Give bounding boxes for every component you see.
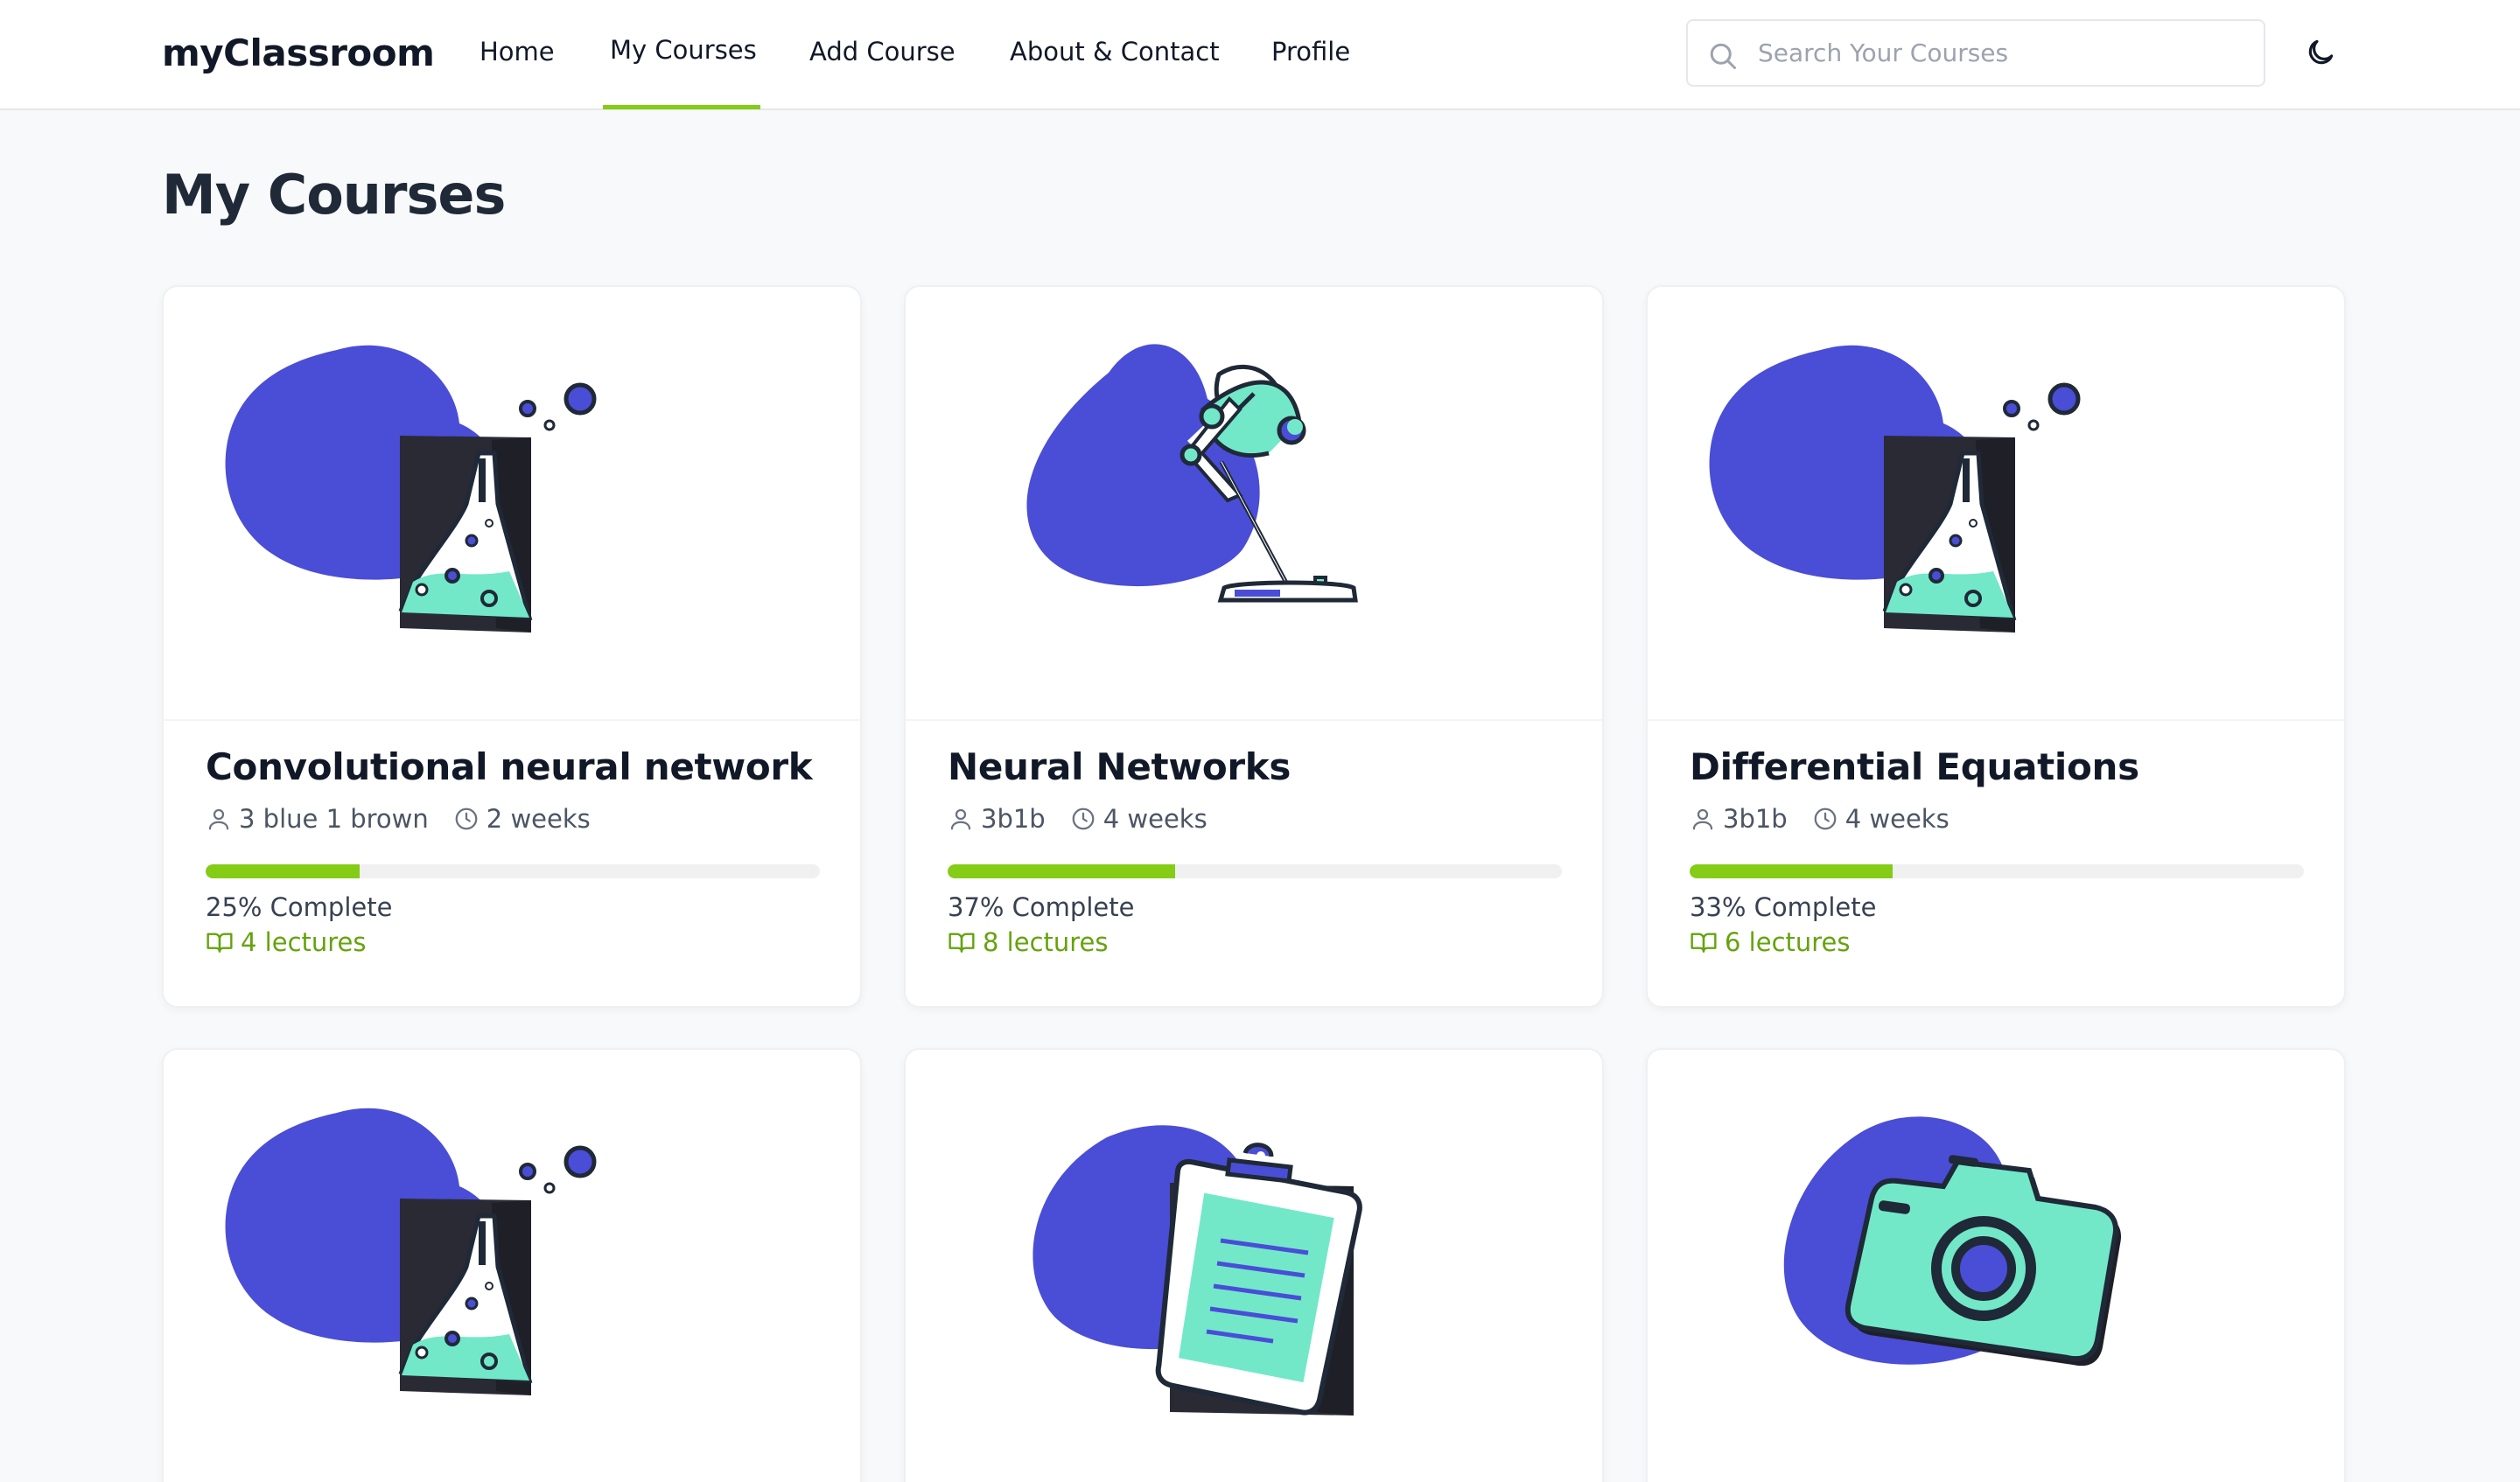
course-thumbnail — [1648, 287, 2344, 719]
lectures-text: 8 lectures — [983, 927, 1109, 957]
nav-add-course[interactable]: Add Course — [809, 37, 956, 66]
lectures-count[interactable]: 8 lectures — [948, 927, 1109, 957]
progress-bar — [948, 864, 1562, 878]
course-thumbnail — [906, 1050, 1602, 1482]
course-duration: 4 weeks — [1812, 804, 1950, 834]
course-title[interactable]: Differential Equations — [1690, 745, 2139, 788]
course-duration-text: 2 weeks — [486, 804, 591, 834]
course-author-text: 3 blue 1 brown — [239, 804, 429, 834]
theme-toggle-button[interactable] — [2301, 33, 2340, 72]
clock-icon — [455, 807, 478, 830]
clock-icon — [1814, 807, 1837, 830]
course-author: 3 blue 1 brown — [206, 804, 429, 834]
chemistry-flask-icon — [1709, 345, 2081, 633]
moon-icon — [2308, 39, 2334, 65]
clipboard-icon — [1032, 1125, 1362, 1416]
nav-about-contact[interactable]: About & Contact — [1010, 37, 1220, 66]
card-divider — [906, 719, 1602, 721]
nav-my-courses[interactable]: My Courses — [610, 35, 757, 65]
progress-label: 37% Complete — [948, 892, 1135, 922]
course-meta: 3b1b 4 weeks — [1690, 803, 1974, 835]
course-author-text: 3b1b — [1723, 804, 1788, 834]
card-divider — [1648, 719, 2344, 721]
top-navbar: myClassroom Home My Courses Add Course A… — [0, 0, 2520, 110]
brand-logo[interactable]: myClassroom — [162, 31, 435, 74]
book-open-icon — [1690, 933, 1717, 953]
course-thumbnail — [164, 287, 860, 719]
book-open-icon — [206, 933, 233, 953]
progress-fill — [1690, 864, 1893, 878]
lectures-text: 6 lectures — [1725, 927, 1851, 957]
progress-bar — [206, 864, 820, 878]
user-icon — [208, 808, 229, 830]
nav-home[interactable]: Home — [480, 37, 555, 66]
course-title[interactable]: Neural Networks — [948, 745, 1291, 788]
chemistry-flask-icon — [225, 345, 597, 633]
page-title: My Courses — [162, 163, 506, 227]
card-divider — [164, 719, 860, 721]
user-icon — [1692, 808, 1713, 830]
chemistry-flask-icon — [225, 1108, 597, 1395]
course-card[interactable]: Convolutional neural network 3 blue 1 br… — [162, 285, 862, 1008]
course-card[interactable] — [904, 1048, 1604, 1482]
course-title[interactable]: Convolutional neural network — [206, 745, 813, 788]
search-icon — [1710, 43, 1736, 69]
progress-label: 25% Complete — [206, 892, 393, 922]
search-box[interactable] — [1686, 19, 2265, 87]
course-thumbnail — [906, 287, 1602, 719]
course-meta: 3b1b 4 weeks — [948, 803, 1232, 835]
camera-icon — [1783, 1116, 2122, 1367]
progress-label: 33% Complete — [1690, 892, 1877, 922]
user-icon — [950, 808, 971, 830]
course-card[interactable] — [162, 1048, 862, 1482]
course-card[interactable] — [1646, 1048, 2346, 1482]
progress-fill — [948, 864, 1175, 878]
clock-icon — [1072, 807, 1095, 830]
course-card[interactable]: Differential Equations 3b1b 4 weeks 33% … — [1646, 285, 2346, 1008]
progress-fill — [206, 864, 360, 878]
book-open-icon — [948, 933, 975, 953]
course-author: 3b1b — [948, 804, 1046, 834]
course-meta: 3 blue 1 brown 2 weeks — [206, 803, 615, 835]
course-thumbnail — [164, 1050, 860, 1482]
lectures-text: 4 lectures — [241, 927, 367, 957]
nav-profile[interactable]: Profile — [1271, 37, 1350, 66]
course-thumbnail — [1648, 1050, 2344, 1482]
lectures-count[interactable]: 4 lectures — [206, 927, 367, 957]
course-author: 3b1b — [1690, 804, 1788, 834]
lectures-count[interactable]: 6 lectures — [1690, 927, 1851, 957]
desk-lamp-icon — [1026, 344, 1358, 603]
active-nav-indicator — [603, 105, 760, 109]
course-duration-text: 4 weeks — [1102, 804, 1208, 834]
course-card[interactable]: Neural Networks 3b1b 4 weeks 37% Complet… — [904, 285, 1604, 1008]
search-input[interactable] — [1758, 21, 2248, 85]
course-duration: 4 weeks — [1070, 804, 1208, 834]
course-duration-text: 4 weeks — [1844, 804, 1950, 834]
progress-bar — [1690, 864, 2304, 878]
course-duration: 2 weeks — [453, 804, 591, 834]
course-author-text: 3b1b — [981, 804, 1046, 834]
